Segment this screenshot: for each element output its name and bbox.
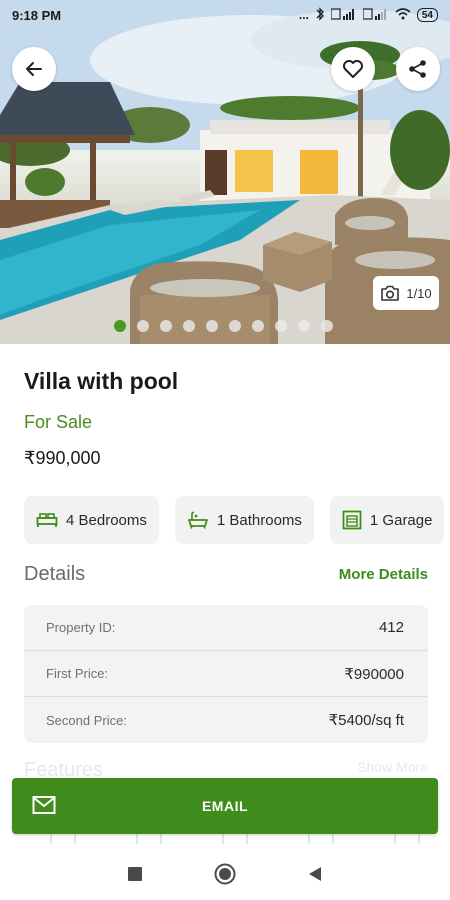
carousel-dot[interactable] bbox=[252, 320, 264, 332]
amenity-chips: 4 Bedrooms 1 Bathrooms 1 Garage bbox=[24, 496, 445, 544]
amenity-label: 1 Garage bbox=[369, 511, 433, 529]
garage-icon bbox=[342, 510, 362, 530]
property-status: For Sale bbox=[24, 412, 93, 432]
property-title: Villa with pool bbox=[24, 368, 179, 394]
wifi-icon bbox=[395, 7, 411, 23]
photo-counter-button[interactable]: 1/10 bbox=[373, 276, 439, 310]
recents-icon[interactable] bbox=[128, 867, 142, 881]
carousel-dot-active[interactable] bbox=[114, 320, 126, 332]
carousel-dot[interactable] bbox=[229, 320, 241, 332]
bed-icon bbox=[36, 513, 58, 527]
detail-row-property-id: Property ID: 412 bbox=[24, 605, 428, 651]
email-button[interactable]: EMAIL bbox=[12, 778, 438, 834]
signal-icon bbox=[330, 7, 357, 23]
detail-value: ₹5400/sq ft bbox=[328, 712, 404, 729]
more-details-link[interactable]: More Details bbox=[339, 566, 428, 583]
amenity-label: 4 Bedrooms bbox=[66, 511, 147, 529]
arrow-left-icon bbox=[26, 62, 42, 76]
details-card: Property ID: 412 First Price: ₹990000 Se… bbox=[24, 605, 428, 743]
notification-dots: ... bbox=[298, 8, 309, 22]
camera-icon bbox=[381, 285, 400, 301]
share-button[interactable] bbox=[396, 47, 440, 91]
details-title: Details bbox=[24, 563, 86, 585]
detail-label: Second Price: bbox=[46, 712, 127, 728]
carousel-dot[interactable] bbox=[321, 320, 333, 332]
property-photo-carousel[interactable]: 9:18 PM ... 54 1/10 bbox=[0, 0, 450, 344]
signal-icon-2 bbox=[362, 7, 389, 23]
detail-label: First Price: bbox=[46, 666, 109, 681]
status-time: 9:18 PM bbox=[12, 7, 62, 23]
detail-row-second-price: Second Price: ₹5400/sq ft bbox=[24, 697, 428, 743]
carousel-dot[interactable] bbox=[183, 320, 195, 332]
property-price: ₹990,000 bbox=[24, 448, 101, 468]
bathtub-icon bbox=[187, 511, 208, 529]
carousel-dot[interactable] bbox=[206, 320, 218, 332]
carousel-dot[interactable] bbox=[275, 320, 287, 332]
email-button-label: EMAIL bbox=[201, 798, 249, 814]
favorite-button[interactable] bbox=[331, 47, 375, 91]
share-icon bbox=[409, 60, 426, 78]
carousel-dots bbox=[114, 320, 333, 332]
status-bar: 9:18 PM ... 54 bbox=[0, 0, 450, 30]
back-nav-icon[interactable] bbox=[308, 866, 322, 882]
detail-value: 412 bbox=[378, 619, 404, 636]
heart-icon bbox=[343, 60, 363, 78]
detail-row-first-price: First Price: ₹990000 bbox=[24, 651, 428, 697]
mail-icon bbox=[32, 796, 56, 814]
details-header: Details More Details bbox=[24, 563, 428, 586]
carousel-dot[interactable] bbox=[137, 320, 149, 332]
carousel-dot[interactable] bbox=[160, 320, 172, 332]
photo-counter-label: 1/10 bbox=[406, 285, 432, 301]
amenity-chip-garage: 1 Garage bbox=[329, 496, 445, 544]
back-button[interactable] bbox=[12, 47, 56, 91]
amenity-chip-bedrooms: 4 Bedrooms bbox=[24, 496, 159, 544]
detail-value: ₹990000 bbox=[344, 665, 404, 683]
home-icon[interactable] bbox=[214, 863, 236, 885]
system-nav-bar bbox=[0, 848, 450, 900]
battery-icon: 54 bbox=[416, 8, 438, 22]
status-indicators: ... 54 bbox=[298, 6, 438, 24]
carousel-dot[interactable] bbox=[298, 320, 310, 332]
detail-label: Property ID: bbox=[46, 620, 116, 635]
amenity-chip-bathrooms: 1 Bathrooms bbox=[174, 496, 314, 544]
amenity-label: 1 Bathrooms bbox=[216, 511, 302, 529]
bluetooth-icon bbox=[315, 6, 325, 24]
